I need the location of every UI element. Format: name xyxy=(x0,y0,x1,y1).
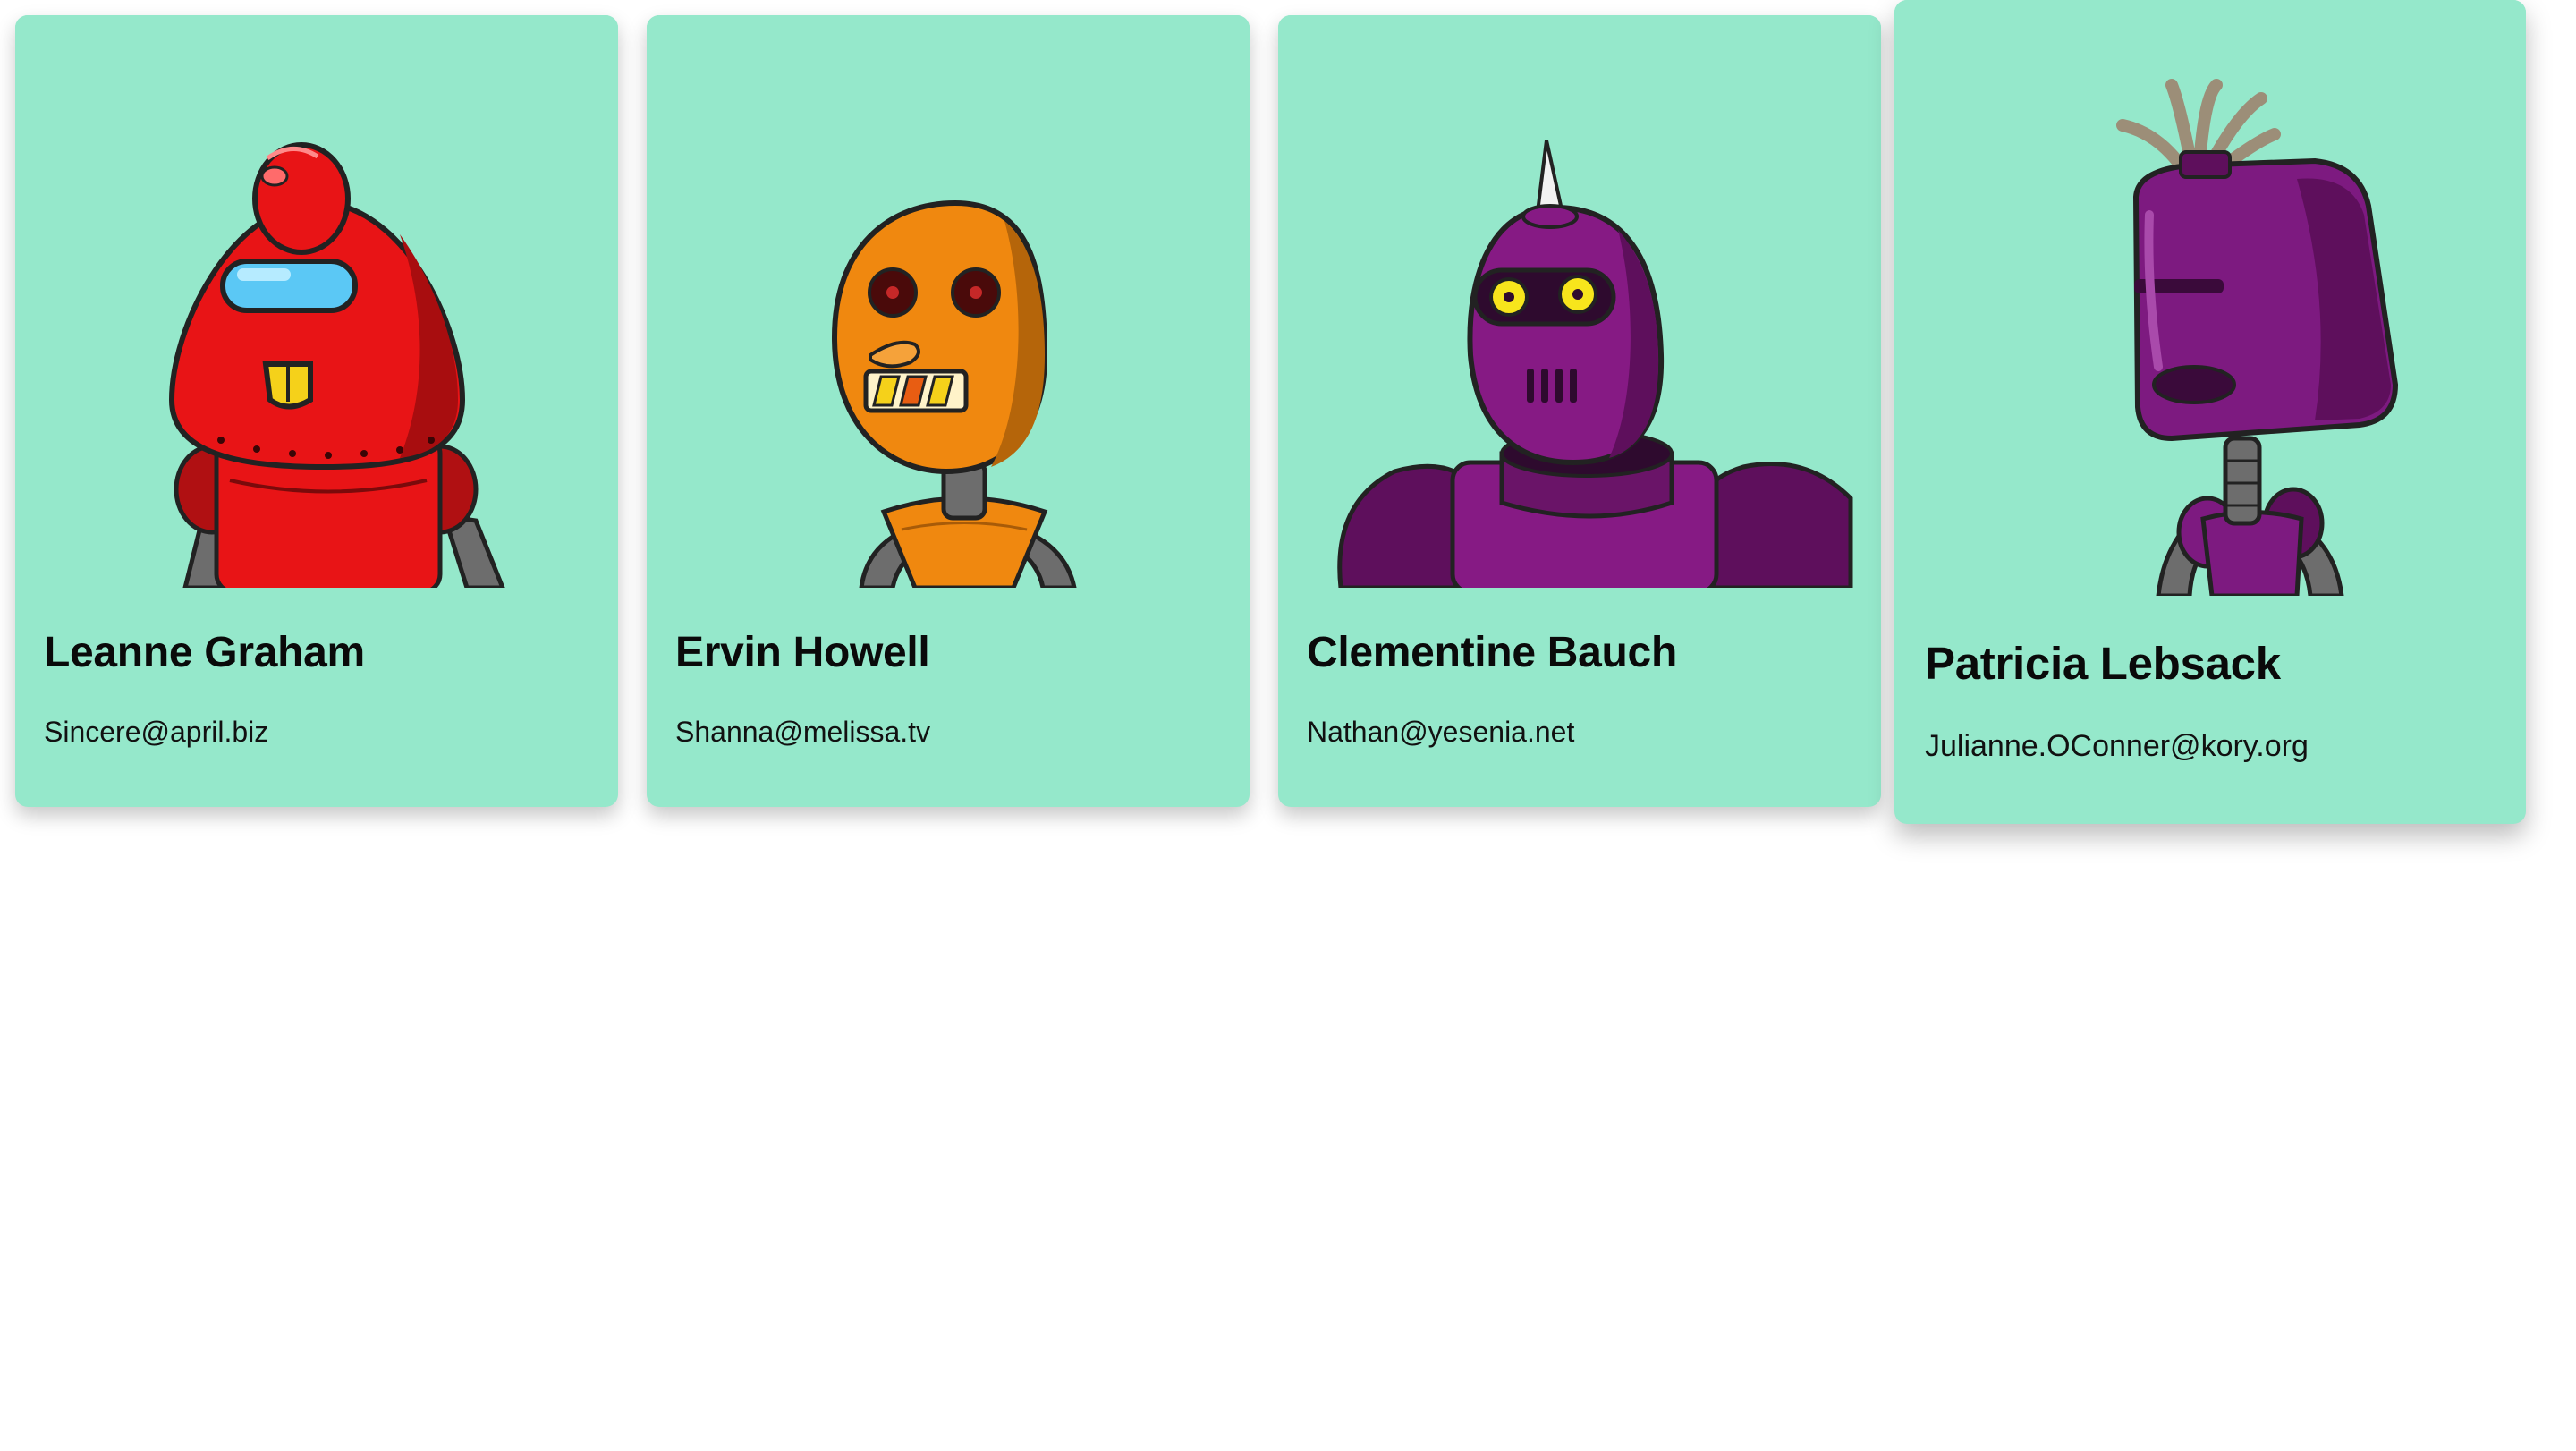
orange-robot-avatar xyxy=(647,15,1250,588)
user-email: Sincere@april.biz xyxy=(44,716,269,748)
user-email: Nathan@yesenia.net xyxy=(1307,716,1575,748)
purple-robot-avatar xyxy=(1894,0,2526,596)
user-name: Ervin Howell xyxy=(675,629,930,676)
user-email: Shanna@melissa.tv xyxy=(675,716,931,748)
user-name: Clementine Bauch xyxy=(1307,629,1677,676)
red-robot-avatar xyxy=(15,15,618,588)
user-card[interactable]: Patricia Lebsack Julianne.OConner@kory.o… xyxy=(1894,0,2526,824)
user-card[interactable]: Leanne Graham Sincere@april.biz xyxy=(15,15,618,807)
user-name: Leanne Graham xyxy=(44,629,365,676)
user-card[interactable]: Clementine Bauch Nathan@yesenia.net xyxy=(1278,15,1881,807)
user-email: Julianne.OConner@kory.org xyxy=(1925,729,2309,763)
user-card[interactable]: Ervin Howell Shanna@melissa.tv xyxy=(647,15,1250,807)
robot-card-list: Leanne Graham Sincere@april.biz Ervin Ho… xyxy=(0,0,2576,1451)
purple-robot-avatar xyxy=(1278,15,1881,588)
user-name: Patricia Lebsack xyxy=(1925,638,2281,689)
